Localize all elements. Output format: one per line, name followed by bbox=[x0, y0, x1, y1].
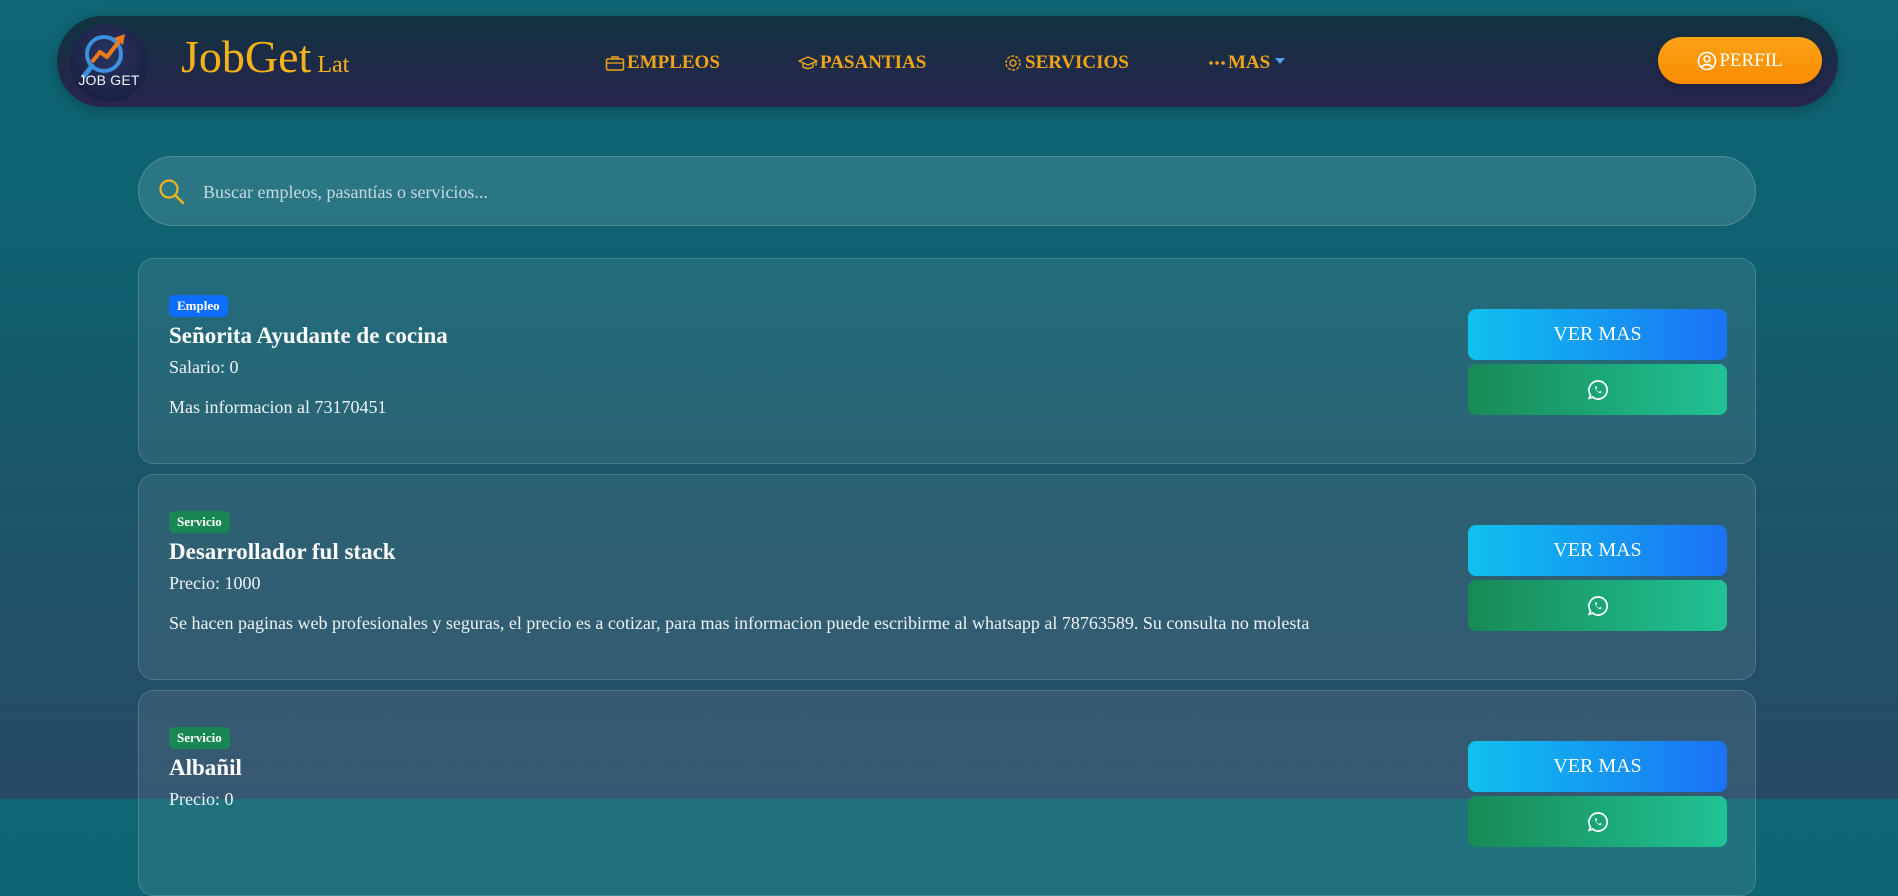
view-more-button[interactable]: VER MAS bbox=[1468, 309, 1727, 360]
dots-icon bbox=[1209, 61, 1225, 65]
listing-card: Empleo Señorita Ayudante de cocina Salar… bbox=[138, 258, 1756, 464]
listing-price: Precio: 1000 bbox=[169, 573, 261, 593]
brand-sub: Lat bbox=[317, 52, 350, 78]
listing-title: Señorita Ayudante de cocina bbox=[169, 323, 448, 348]
listing-description: Se hacen paginas web profesionales y seg… bbox=[169, 613, 1310, 633]
profile-label: PERFIL bbox=[1719, 49, 1783, 71]
listing-card: Servicio Desarrollador ful stack Precio:… bbox=[138, 474, 1756, 680]
listing-card: Servicio Albañil Precio: 0 VER MAS bbox=[138, 690, 1756, 896]
search-input[interactable] bbox=[201, 157, 1735, 227]
view-more-button[interactable]: VER MAS bbox=[1468, 525, 1727, 576]
whatsapp-button[interactable] bbox=[1468, 796, 1727, 847]
listing-title: Desarrollador ful stack bbox=[169, 539, 396, 564]
listing-price: Precio: 0 bbox=[169, 789, 234, 809]
graduation-cap-icon bbox=[798, 56, 818, 70]
nav-item-label: MAS bbox=[1228, 52, 1271, 73]
nav-item-label: PASANTIAS bbox=[820, 52, 927, 73]
nav-item-empleos[interactable]: EMPLEOS bbox=[605, 50, 720, 76]
user-circle-icon bbox=[1698, 51, 1717, 70]
nav-item-servicios[interactable]: SERVICIOS bbox=[1003, 50, 1129, 76]
listing-salary: Salario: 0 bbox=[169, 357, 239, 377]
listing-title: Albañil bbox=[169, 755, 242, 780]
whatsapp-button[interactable] bbox=[1468, 364, 1727, 415]
whatsapp-button[interactable] bbox=[1468, 580, 1727, 631]
briefcase-icon bbox=[605, 56, 625, 71]
search-bar bbox=[138, 156, 1756, 227]
profile-button[interactable]: PERFIL bbox=[1658, 37, 1822, 84]
nav-item-label: EMPLEOS bbox=[627, 52, 720, 73]
view-more-button[interactable]: VER MAS bbox=[1468, 741, 1727, 792]
brand[interactable]: JobGet Lat bbox=[181, 34, 349, 80]
listing-description: Mas informacion al 73170451 bbox=[169, 397, 387, 417]
brand-main: JobGet bbox=[181, 31, 312, 82]
whatsapp-icon bbox=[1587, 595, 1608, 616]
type-badge: Servicio bbox=[169, 511, 230, 533]
type-badge: Empleo bbox=[169, 295, 228, 317]
navbar: JOB GET JobGet Lat EMPLEOS PASANTIAS SERV… bbox=[57, 16, 1838, 107]
whatsapp-icon bbox=[1587, 379, 1608, 400]
gear-icon bbox=[1005, 55, 1021, 71]
whatsapp-icon bbox=[1587, 811, 1608, 832]
nav-item-mas[interactable]: MAS bbox=[1208, 50, 1286, 76]
type-badge: Servicio bbox=[169, 727, 230, 749]
nav-item-pasantias[interactable]: PASANTIAS bbox=[798, 50, 926, 76]
nav-item-label: SERVICIOS bbox=[1025, 52, 1129, 73]
logo-chart-icon bbox=[81, 34, 125, 79]
logo[interactable]: JOB GET bbox=[70, 24, 148, 102]
chevron-down-icon bbox=[1275, 58, 1286, 64]
logo-text: JOB GET bbox=[78, 72, 140, 88]
search-icon[interactable] bbox=[157, 177, 187, 207]
